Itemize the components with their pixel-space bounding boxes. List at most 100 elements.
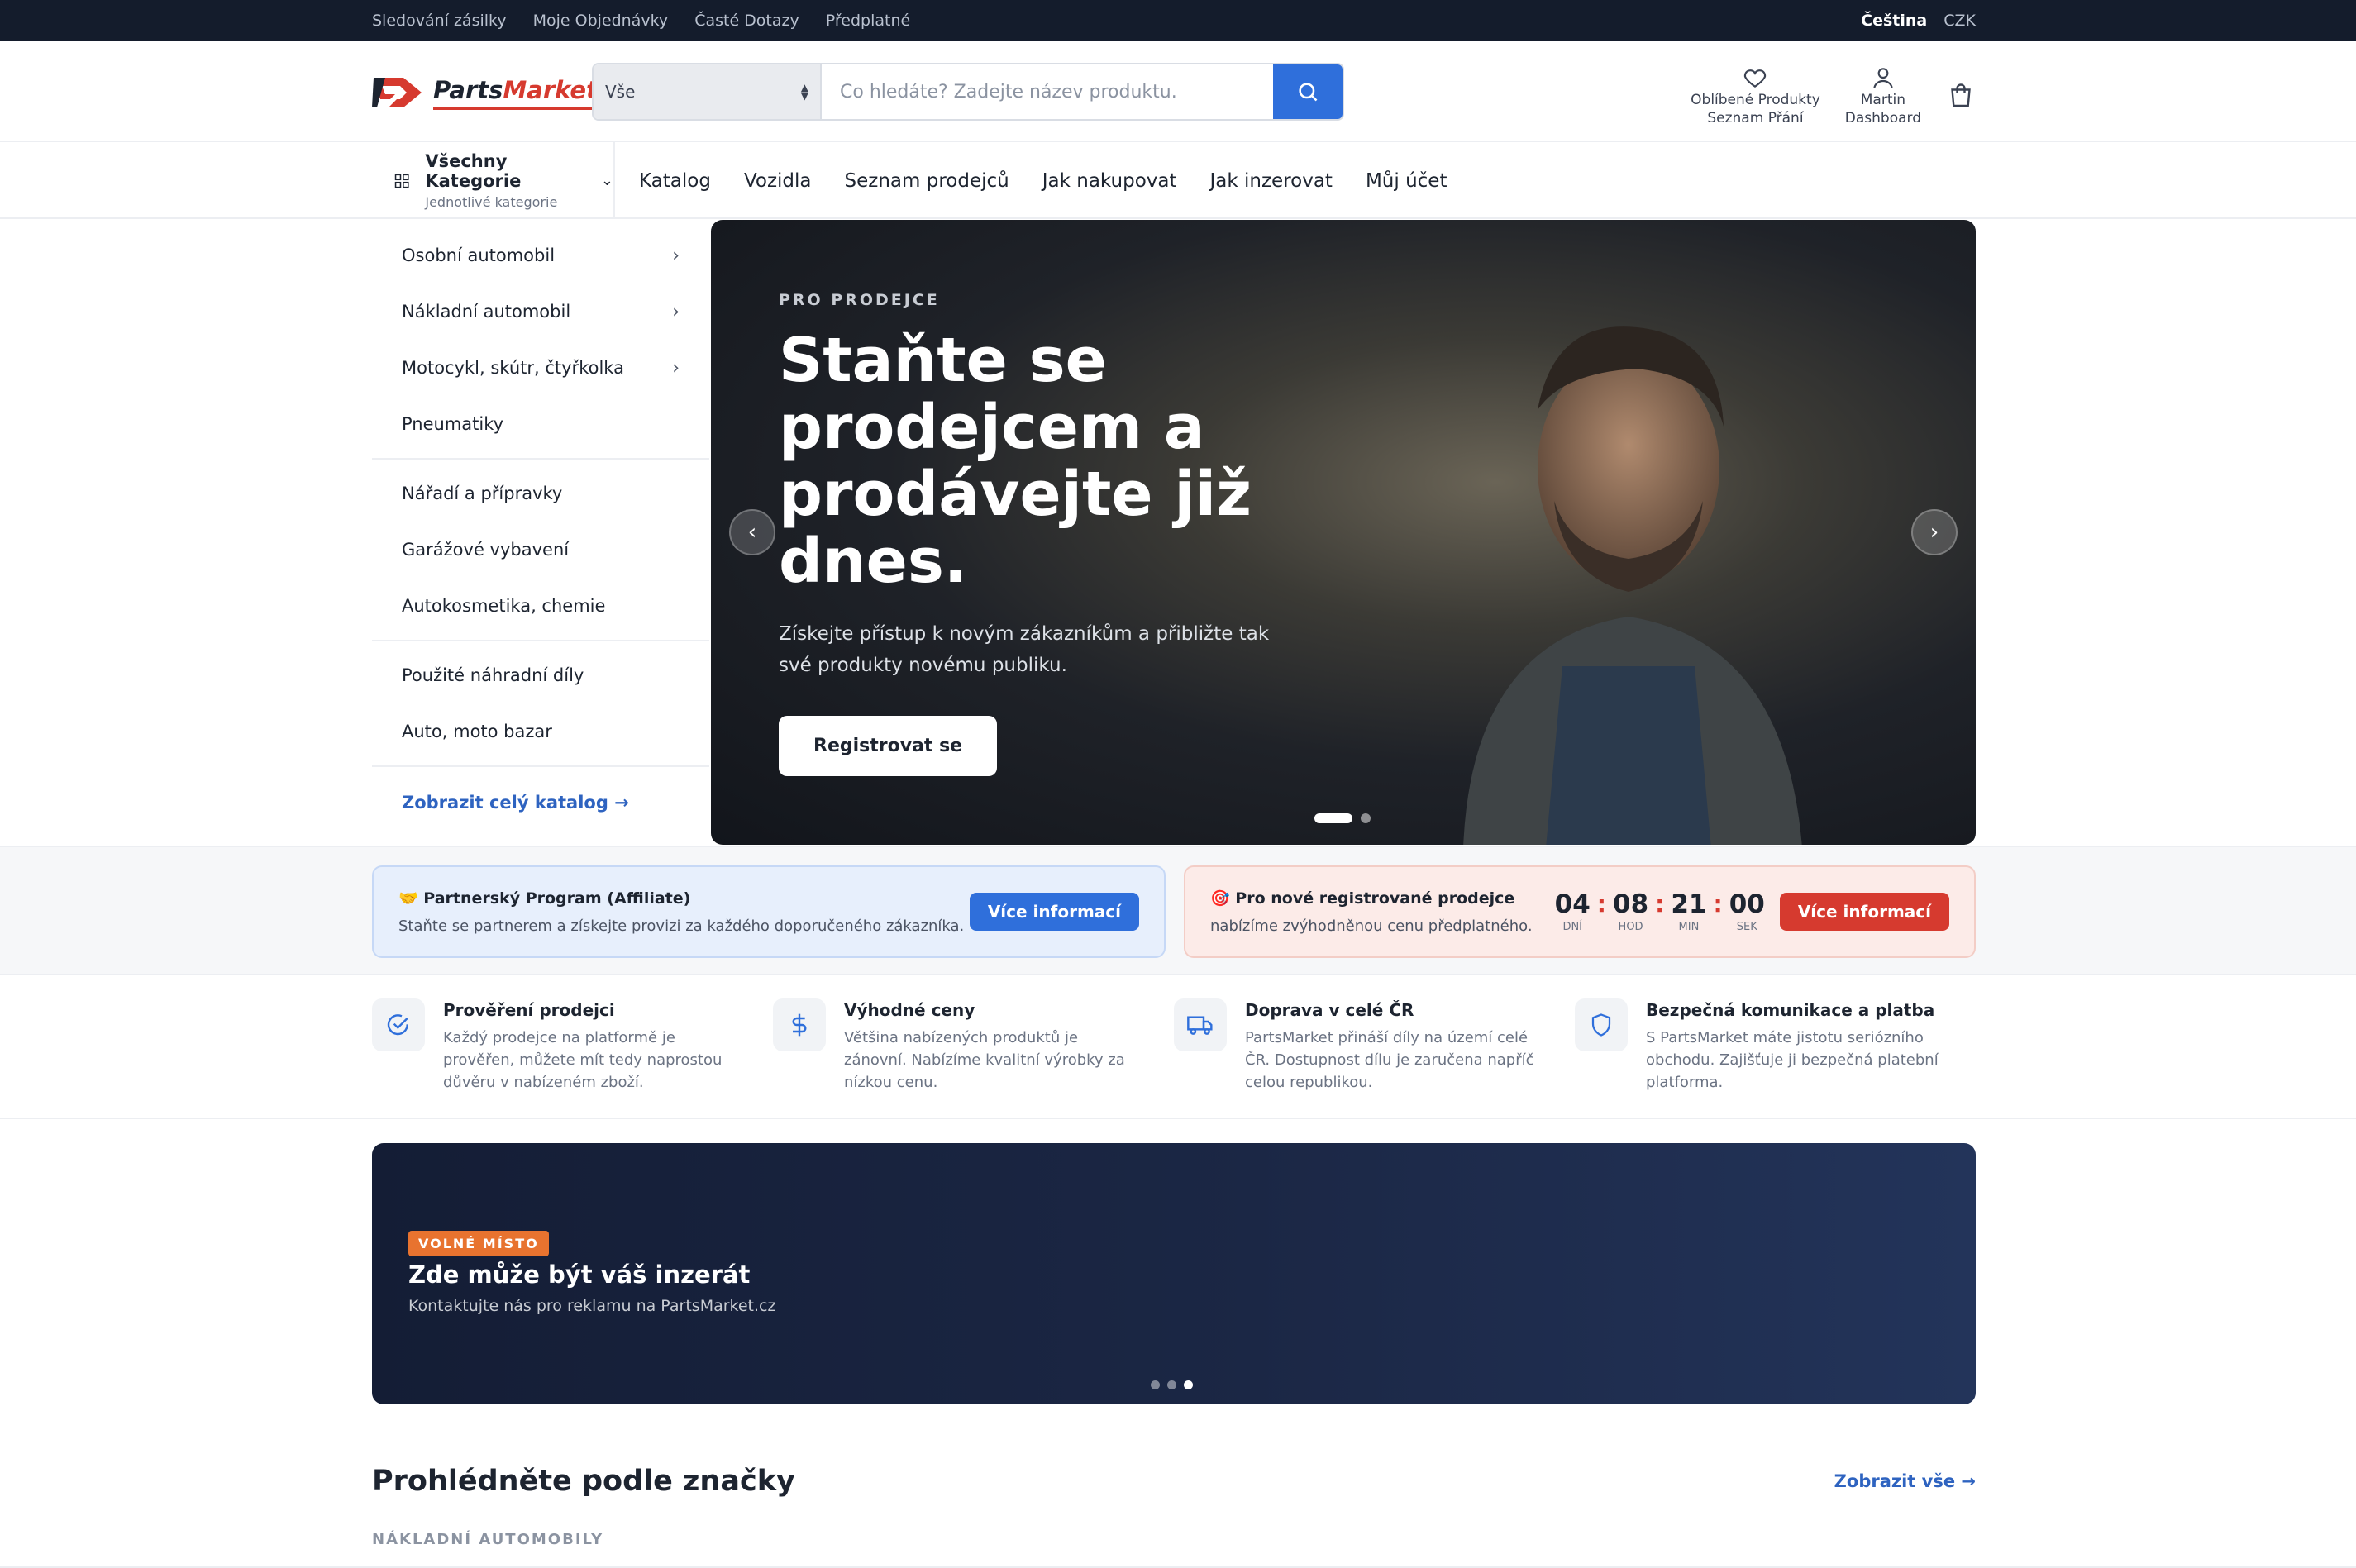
language-switch[interactable]: Čeština — [1861, 12, 1927, 30]
user-icon — [1873, 68, 1893, 88]
nav-link-how-to-buy[interactable]: Jak nakupovat — [1042, 170, 1177, 192]
cart-button[interactable] — [1946, 81, 1976, 111]
nav-link-how-to-advertise[interactable]: Jak inzerovat — [1210, 170, 1333, 192]
nav-link-catalog[interactable]: Katalog — [639, 170, 711, 192]
top-right: Čeština CZK — [1861, 0, 1976, 41]
countdown-value: 21 — [1671, 889, 1707, 919]
shopping-bag-icon — [1951, 83, 1971, 107]
sidebar-item-label: Autokosmetika, chemie — [402, 596, 606, 616]
all-categories-title: Všechny Kategorie — [425, 151, 522, 191]
countdown-minutes: 21 MIN — [1671, 891, 1706, 933]
search-category-select[interactable]: Vše ▲ ▼ — [594, 64, 822, 119]
affiliate-promo: 🤝 Partnerský Program (Affiliate) Staňte … — [372, 865, 1166, 958]
sidebar-item-cosmetics[interactable]: Autokosmetika, chemie — [372, 578, 709, 634]
ad-carousel-dots — [1151, 1380, 1193, 1389]
main-nav: Všechny Kategorie Jednotlivé kategorie ⌄… — [0, 142, 2356, 219]
countdown-label: HOD — [1618, 920, 1643, 933]
favorites-button[interactable]: Oblíbené Produkty Seznam Přání — [1691, 64, 1820, 127]
sidebar-divider — [372, 640, 709, 641]
account-dashboard-label: Dashboard — [1844, 110, 1921, 126]
hero-copy: PRO PRODEJCE Staňte se prodejcem a prodá… — [779, 291, 1374, 776]
top-link-faq[interactable]: Časté Dotazy — [694, 12, 799, 30]
feature-title: Výhodné ceny — [844, 1000, 975, 1020]
header: PartsMarket Vše ▲▼ Oblíbené Produkty Sez… — [0, 41, 2356, 142]
top-links: Sledování zásilky Moje Objednávky Časté … — [372, 0, 910, 41]
logo-text-part1: Parts — [433, 75, 503, 104]
sidebar-item-bazaar[interactable]: Auto, moto bazar — [372, 703, 709, 760]
affiliate-title-text: Partnerský Program (Affiliate) — [423, 889, 691, 908]
affiliate-more-info-button[interactable]: Více informací — [969, 893, 1139, 931]
logo[interactable]: PartsMarket — [372, 73, 598, 112]
currency-switch[interactable]: CZK — [1943, 12, 1976, 30]
sidebar-item-label: Pneumatiky — [402, 414, 504, 434]
nav-link-my-account[interactable]: Můj účet — [1366, 170, 1447, 192]
brands-view-all-link[interactable]: Zobrazit vše → — [1834, 1471, 1976, 1491]
top-link-tracking[interactable]: Sledování zásilky — [372, 12, 507, 30]
feature-text: Výhodné ceny Většina nabízených produktů … — [844, 998, 1142, 1118]
all-categories-button[interactable]: Všechny Kategorie Jednotlivé kategorie ⌄ — [372, 142, 615, 219]
countdown-seconds: 00 SEK — [1729, 891, 1765, 933]
feature-description: S PartsMarket máte jistotu seriózního ob… — [1646, 1029, 1939, 1091]
feature-description: Většina nabízených produktů je zánovní. … — [844, 1029, 1125, 1091]
nav-link-vehicles[interactable]: Vozidla — [744, 170, 812, 192]
countdown-separator: : — [1713, 889, 1723, 917]
account-button[interactable]: Martin Dashboard — [1845, 64, 1921, 127]
promo-strip: 🤝 Partnerský Program (Affiliate) Staňte … — [0, 846, 2356, 975]
feature-secure-payment: Bezpečná komunikace a platba S PartsMarke… — [1575, 975, 1976, 1118]
favorites-label: Oblíbené Produkty — [1691, 92, 1820, 108]
sidebar-item-used-parts[interactable]: Použité náhradní díly — [372, 647, 709, 703]
sidebar-divider — [372, 765, 709, 767]
countdown-value: 04 — [1554, 889, 1591, 919]
nav-link-sellers[interactable]: Seznam prodejců — [845, 170, 1009, 192]
logo-text-part2: Market — [503, 75, 598, 104]
ad-dot[interactable] — [1167, 1380, 1176, 1389]
carousel-prev-button[interactable]: ‹ — [729, 509, 775, 555]
sidebar-item-tires[interactable]: Pneumatiky — [372, 396, 709, 452]
brands-section-subtitle: NÁKLADNÍ AUTOMOBILY — [372, 1531, 604, 1548]
top-link-subscription[interactable]: Předplatné — [826, 12, 910, 30]
section-divider — [0, 1118, 2356, 1119]
wishlist-label: Seznam Přání — [1707, 110, 1804, 126]
all-categories-subtitle: Jednotlivé kategorie — [425, 194, 558, 210]
register-button[interactable]: Registrovat se — [779, 716, 998, 776]
ad-title: Zde může být váš inzerát — [408, 1261, 751, 1289]
ad-dot[interactable] — [1151, 1380, 1160, 1389]
feature-title: Bezpečná komunikace a platba — [1646, 1000, 1935, 1020]
countdown-separator: : — [1655, 889, 1665, 917]
ad-badge: VOLNÉ MÍSTO — [408, 1231, 549, 1256]
brands-section-title: Prohlédněte podle značky — [372, 1465, 795, 1498]
sidebar-item-label: Osobní automobil — [402, 245, 556, 265]
sidebar-item-cars[interactable]: Osobní automobil › — [372, 227, 709, 284]
carousel-dot[interactable] — [1361, 813, 1371, 823]
search-button[interactable] — [1273, 64, 1343, 119]
sellers-more-info-button[interactable]: Více informací — [1779, 893, 1949, 931]
search-bar: Vše ▲ ▼ — [592, 63, 1344, 121]
ad-dot-active[interactable] — [1184, 1380, 1193, 1389]
sellers-text-block: 🎯 Pro nové registrované prodejce nabízím… — [1210, 889, 1533, 935]
carousel-next-button[interactable]: › — [1911, 509, 1958, 555]
sidebar-item-tools[interactable]: Nářadí a přípravky — [372, 465, 709, 522]
search-icon — [1299, 83, 1318, 102]
sidebar-item-motorcycles[interactable]: Motocykl, skútr, čtyřkolka › — [372, 340, 709, 396]
handshake-icon: 🤝 — [398, 889, 418, 908]
ad-banner[interactable]: VOLNÉ MÍSTO Zde může být váš inzerát Kon… — [372, 1143, 1976, 1404]
logo-text: PartsMarket — [433, 76, 598, 110]
chevron-right-icon: › — [672, 245, 680, 266]
sellers-text: nabízíme zvýhodněnou cenu předplatného. — [1210, 917, 1533, 935]
sidebar-item-label: Garážové vybavení — [402, 540, 570, 560]
ad-subtitle: Kontaktujte nás pro reklamu na PartsMark… — [408, 1297, 776, 1315]
carousel-dot-active[interactable] — [1314, 813, 1352, 823]
search-input[interactable] — [822, 64, 1273, 119]
dollar-icon — [773, 998, 826, 1051]
sidebar-item-trucks[interactable]: Nákladní automobil › — [372, 284, 709, 340]
features-row: Prověření prodejci Každý prodejce na plat… — [372, 975, 1976, 1118]
chevron-right-icon: › — [672, 357, 680, 379]
select-arrows-icon: ▲ ▼ — [800, 82, 808, 102]
sidebar-item-garage[interactable]: Garážové vybavení — [372, 522, 709, 578]
category-sidebar: Osobní automobil › Nákladní automobil › Mo… — [372, 219, 709, 846]
countdown-separator: : — [1596, 889, 1606, 917]
sellers-title-text: Pro nové registrované prodejce — [1235, 889, 1515, 908]
heart-icon — [1744, 69, 1767, 88]
top-link-orders[interactable]: Moje Objednávky — [533, 12, 669, 30]
view-full-catalog-link[interactable]: Zobrazit celý katalog → — [372, 773, 709, 832]
